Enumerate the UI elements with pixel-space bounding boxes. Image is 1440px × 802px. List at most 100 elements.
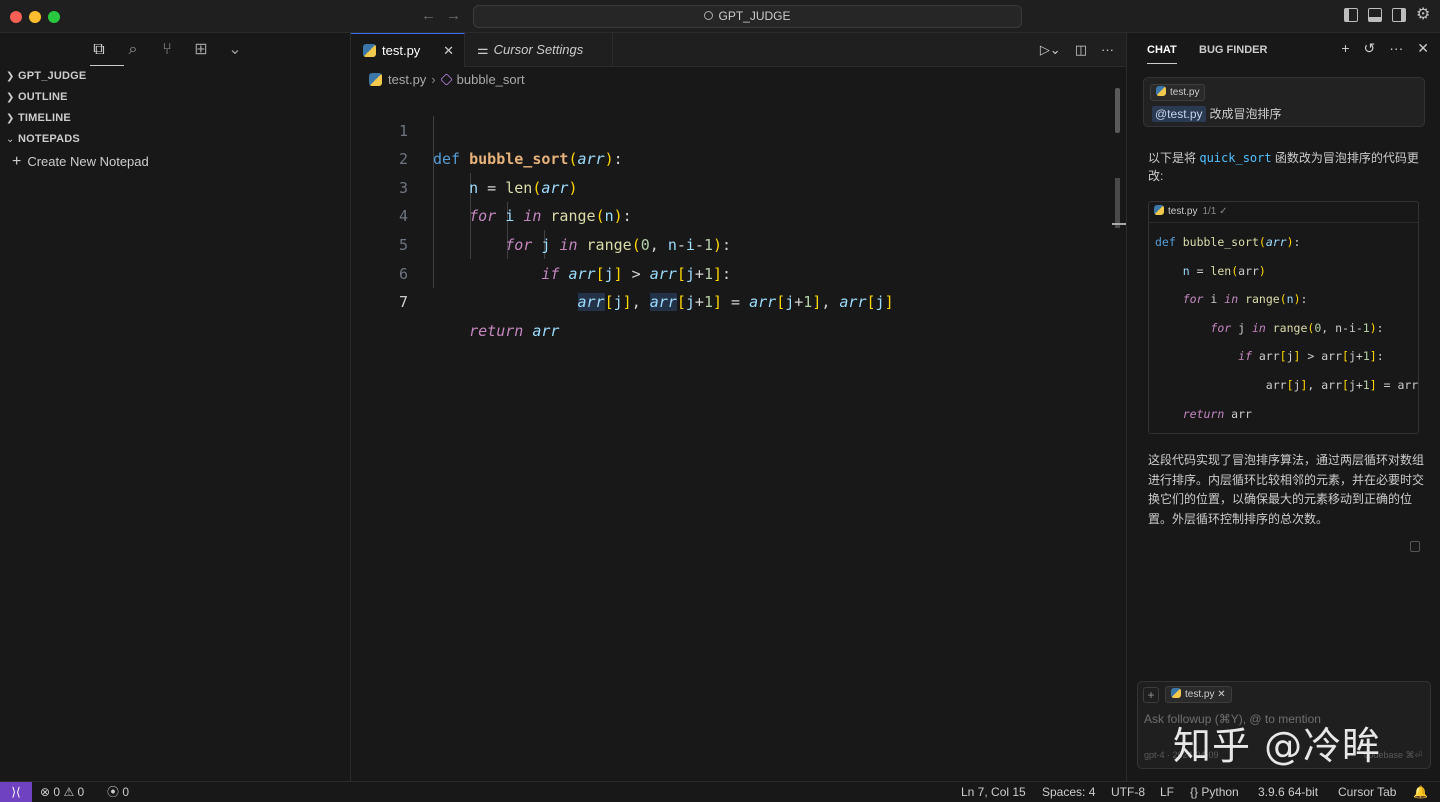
end-of-line[interactable]: LF — [1160, 782, 1174, 802]
minimap-slider[interactable] — [1115, 178, 1120, 228]
breadcrumb-file[interactable]: test.py — [388, 72, 426, 87]
chat-header: CHAT BUG FINDER + ↺ ··· ✕ — [1127, 33, 1440, 67]
more-actions-icon[interactable]: ··· — [1101, 42, 1114, 58]
file-mention: @test.py — [1152, 106, 1206, 122]
chevron-down-icon: ⌄ — [6, 134, 15, 145]
more-actions-icon[interactable]: ··· — [1389, 40, 1403, 57]
assistant-reply-intro: 以下是将 quick_sort 函数改为冒泡排序的代码更改: — [1148, 151, 1419, 183]
history-icon[interactable]: ↺ — [1364, 40, 1376, 57]
chat-panel: CHAT BUG FINDER + ↺ ··· ✕ test.py @test.… — [1126, 33, 1440, 781]
warning-icon: ⚠ — [63, 785, 75, 799]
tab-bug-finder[interactable]: BUG FINDER — [1199, 44, 1267, 56]
run-icon[interactable]: ▷⌄ — [1040, 42, 1061, 58]
file-context-chip[interactable]: test.py ✕ — [1165, 686, 1232, 703]
section-timeline[interactable]: ❯ TIMELINE — [6, 112, 71, 124]
layout-controls: ⚙ — [1344, 7, 1430, 23]
user-message-text: @test.py 改成冒泡排序 — [1152, 105, 1282, 122]
code-line: 4 for j in range(0, n-i-1): — [351, 174, 1116, 254]
code-block-header: test.py 1/1 ✓ — [1149, 202, 1418, 223]
cursor-position-marker — [1112, 223, 1126, 225]
source-control-icon[interactable]: ⑂ — [158, 40, 176, 60]
code-editor[interactable]: 1 def bubble_sort(arr): 2 n = len(arr) 3… — [351, 88, 1116, 340]
python-file-icon — [1154, 205, 1164, 215]
indentation[interactable]: Spaces: 4 — [1042, 782, 1095, 802]
close-icon[interactable]: ✕ — [1217, 689, 1225, 700]
python-file-icon — [1171, 688, 1181, 698]
code-line: 7 return arr — [351, 260, 1116, 340]
language-mode[interactable]: {} Python — [1190, 782, 1239, 802]
watermark-text: 知乎 @冷眸 — [1173, 724, 1382, 768]
code-line: 3 for i in range(n): — [351, 145, 1116, 226]
chat-actions: + ↺ ··· ✕ — [1341, 40, 1429, 57]
section-outline[interactable]: ❯ OUTLINE — [6, 91, 68, 103]
active-view-indicator — [90, 65, 124, 66]
python-file-icon — [363, 44, 376, 57]
encoding[interactable]: UTF-8 — [1111, 782, 1145, 802]
window-maximize-button[interactable] — [48, 11, 60, 23]
status-bar: ⟩⟨ ⊗ 0 ⚠ 0 ⦿ 0 Ln 7, Col 15 Spaces: 4 UT… — [0, 781, 1440, 802]
error-icon: ⊗ — [40, 785, 51, 799]
sidebar: ⧉ ⌕ ⑂ ⊞ ⌄ ❯ GPT_JUDGE ❯ OUTLINE ❯ TIMELINE … — [0, 33, 351, 781]
chevron-right-icon: ❯ — [6, 71, 15, 82]
section-gpt-judge[interactable]: ❯ GPT_JUDGE — [6, 70, 86, 82]
section-notepads[interactable]: ⌄ NOTEPADS — [6, 133, 80, 145]
window-minimize-button[interactable] — [29, 11, 41, 23]
line-number: 7 — [398, 293, 408, 312]
toggle-secondary-sidebar-icon[interactable] — [1392, 8, 1406, 22]
split-editor-icon[interactable]: ◫ — [1075, 42, 1087, 58]
inline-code: quick_sort — [1199, 151, 1272, 165]
plus-icon: + — [12, 153, 22, 170]
code-line: 6 arr[j], arr[j+1] = arr[j+1], arr[j] — [351, 231, 1116, 312]
notifications-bell-icon[interactable]: 🔔 — [1413, 782, 1428, 802]
tab-test-py[interactable]: test.py ✕ — [351, 33, 465, 67]
create-new-notepad-button[interactable]: + Create New Notepad — [12, 153, 149, 171]
tab-chat[interactable]: CHAT — [1147, 44, 1177, 64]
broadcast-icon: ⦿ — [107, 785, 120, 799]
python-file-icon — [1156, 86, 1166, 96]
chevron-right-icon: ❯ — [6, 92, 15, 103]
search-icon[interactable]: ⌕ — [124, 40, 142, 60]
cursor-position[interactable]: Ln 7, Col 15 — [961, 782, 1026, 802]
assistant-reply-explanation: 这段代码实现了冒泡排序算法，通过两层循环对数组进行排序。内层循环比较相邻的元素，… — [1148, 453, 1425, 526]
cursor-tab-status[interactable]: Cursor Tab — [1338, 782, 1396, 802]
window-close-button[interactable] — [10, 11, 22, 23]
chevron-right-icon: › — [431, 72, 436, 87]
file-context-chip[interactable]: test.py — [1150, 84, 1206, 101]
problems-indicator[interactable]: ⊗ 0 ⚠ 0 — [40, 782, 84, 802]
user-message[interactable]: test.py @test.py 改成冒泡排序 — [1143, 77, 1425, 127]
toggle-primary-sidebar-icon[interactable] — [1344, 8, 1358, 22]
settings-sliders-icon: ⚌ — [477, 42, 489, 57]
new-chat-plus-icon[interactable]: + — [1341, 40, 1349, 57]
code-line: 1 def bubble_sort(arr): — [351, 88, 1116, 169]
close-icon[interactable]: ✕ — [443, 34, 454, 68]
copy-icon[interactable] — [1410, 541, 1420, 552]
explorer-files-icon[interactable]: ⧉ — [90, 40, 108, 60]
chevron-down-icon[interactable]: ⌄ — [226, 40, 244, 60]
remote-indicator-icon[interactable]: ⟩⟨ — [0, 782, 32, 802]
code-block-content: def bubble_sort(arr): n = len(arr) for i… — [1155, 235, 1419, 421]
add-context-plus-icon[interactable]: + — [1143, 687, 1159, 703]
gear-icon[interactable]: ⚙ — [1416, 7, 1430, 23]
toggle-panel-icon[interactable] — [1368, 8, 1382, 22]
editor-area: test.py ✕ ⚌ Cursor Settings ▷⌄ ◫ ··· test… — [351, 33, 1126, 781]
code-line: 5 if arr[j] > arr[j+1]: — [351, 202, 1116, 283]
window-title: GPT_JUDGE — [718, 9, 791, 23]
title-bar: ← → GPT_JUDGE ⚙ — [0, 0, 1440, 33]
extensions-icon[interactable]: ⊞ — [192, 40, 210, 60]
ports-indicator[interactable]: ⦿ 0 — [107, 782, 129, 802]
code-suggestion-block[interactable]: test.py 1/1 ✓ def bubble_sort(arr): n = l… — [1148, 201, 1419, 434]
forward-arrow-icon[interactable]: → — [446, 7, 461, 24]
python-file-icon — [369, 73, 382, 86]
editor-tab-bar: test.py ✕ ⚌ Cursor Settings ▷⌄ ◫ ··· — [351, 33, 1126, 67]
braces-icon: {} — [1190, 785, 1199, 799]
close-icon[interactable]: ✕ — [1417, 40, 1429, 57]
editor-scrollbar[interactable] — [1115, 88, 1120, 133]
python-interpreter[interactable]: 3.9.6 64-bit — [1258, 782, 1318, 802]
breadcrumb-symbol[interactable]: bubble_sort — [457, 72, 525, 87]
back-arrow-icon[interactable]: ← — [421, 7, 436, 24]
code-line: 2 n = len(arr) — [351, 117, 1116, 197]
method-symbol-icon — [439, 73, 453, 86]
command-center-search[interactable]: GPT_JUDGE — [473, 5, 1022, 28]
tab-cursor-settings[interactable]: ⚌ Cursor Settings — [465, 33, 613, 67]
editor-actions: ▷⌄ ◫ ··· — [1040, 42, 1114, 58]
